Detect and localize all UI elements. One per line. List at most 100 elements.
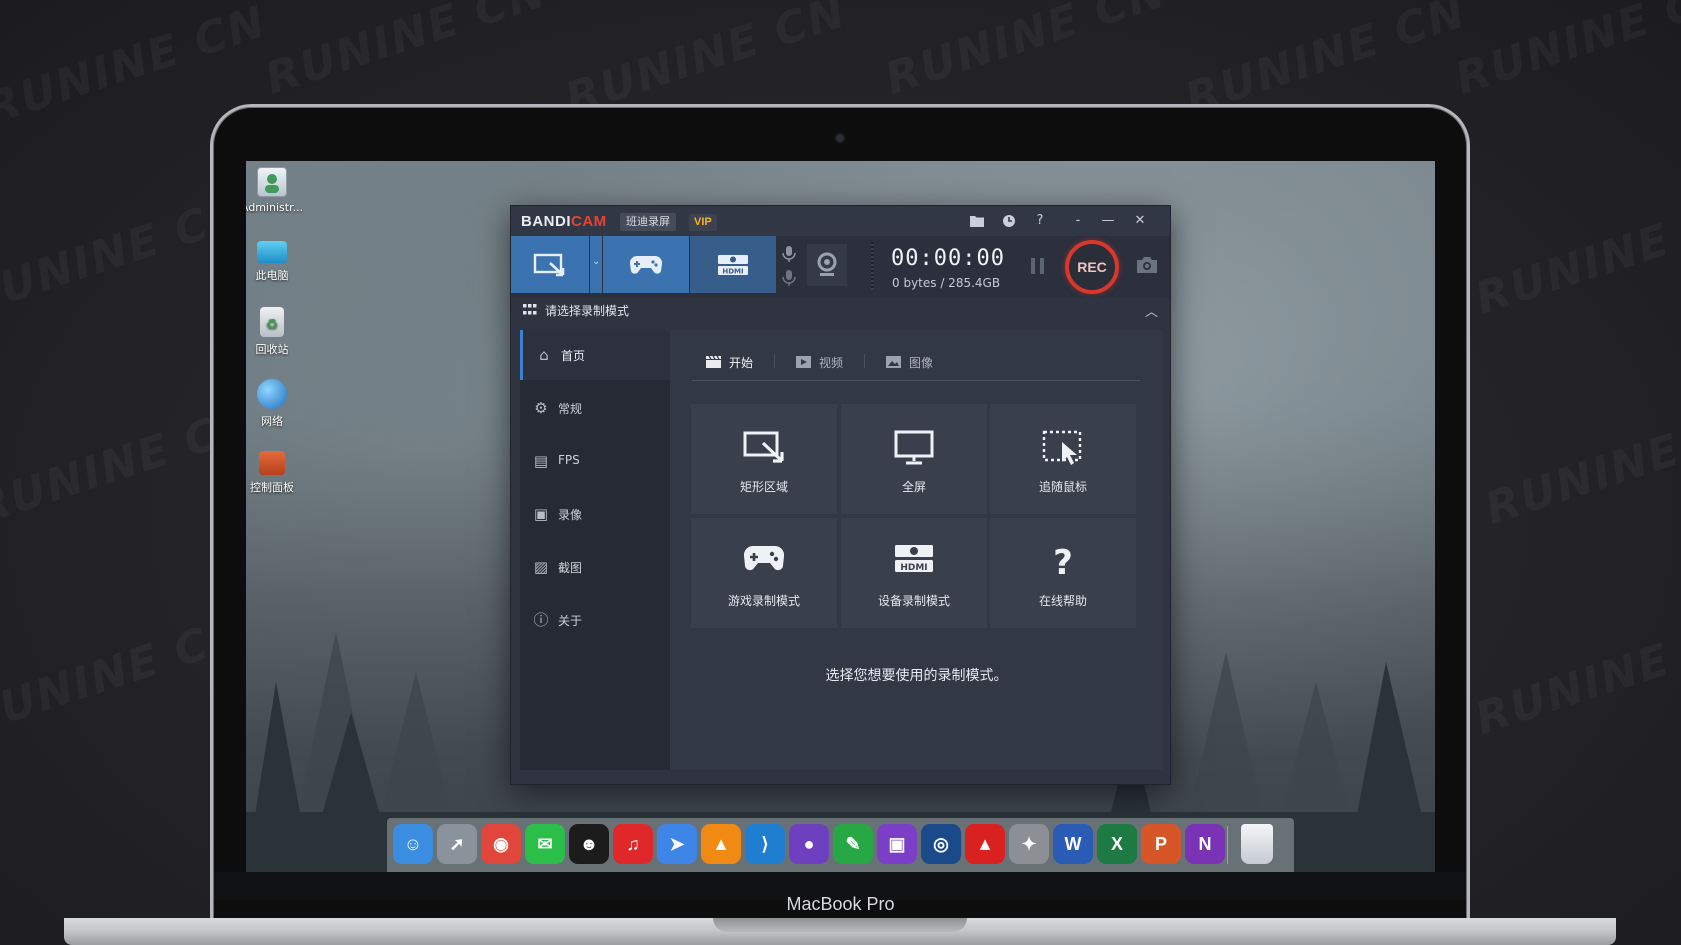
bandicam-logo: BANDICAM: [521, 213, 607, 230]
tile-game-mode[interactable]: 游戏录制模式: [691, 518, 837, 628]
main-panel: 开始 视频 图像 矩形区域 全屏 追随鼠标 游戏录制模式 HDMI 设备录制模式…: [670, 330, 1163, 770]
tab-start[interactable]: 开始: [706, 354, 753, 371]
sidebar-item-general[interactable]: ⚙ 常规: [520, 383, 670, 433]
folder-icon: [970, 216, 984, 227]
toolbar-divider: [871, 242, 874, 290]
network-globe-icon: [257, 379, 287, 409]
clapper-icon: [706, 356, 721, 368]
history-button[interactable]: [997, 210, 1021, 232]
mode-select-bar[interactable]: 请选择录制模式 ︿: [511, 298, 1170, 322]
svg-text:?: ?: [1053, 544, 1073, 578]
webcam-icon: [817, 252, 837, 276]
tile-fullscreen[interactable]: 全屏: [841, 404, 987, 514]
mini-mode-button[interactable]: -: [1066, 210, 1090, 232]
gamepad-icon: [629, 255, 663, 274]
desktop-icon-control-panel[interactable]: 控制面板: [246, 451, 307, 495]
tile-rectangle-area[interactable]: 矩形区域: [691, 404, 837, 514]
word-icon[interactable]: W: [1053, 824, 1093, 864]
tab-video[interactable]: 视频: [796, 354, 843, 371]
recording-toolbar: ⌄ HDMI 00:00:00 0 bytes / 285.4GB REC: [511, 236, 1170, 298]
fps-icon: ▤: [533, 452, 549, 470]
screenshot-button[interactable]: [1135, 255, 1159, 275]
app-subtitle: 班迪录屏: [620, 213, 676, 231]
evernote-icon[interactable]: ✎: [833, 824, 873, 864]
paper-plane-icon[interactable]: ➤: [657, 824, 697, 864]
rhino-icon[interactable]: ✦: [1009, 824, 1049, 864]
image-settings-icon: ▨: [533, 558, 549, 576]
pause-icon: [1031, 258, 1035, 274]
vscode-icon[interactable]: ⟩: [745, 824, 785, 864]
twitch-icon[interactable]: ▣: [877, 824, 917, 864]
desktop-icon-recycle-bin[interactable]: ♻ 回收站: [246, 307, 307, 357]
chevron-down-icon: ⌄: [592, 256, 601, 267]
recycle-bin-icon: ♻: [260, 307, 284, 337]
help-button[interactable]: ?: [1028, 210, 1052, 232]
sidebar-item-home[interactable]: ⌂ 首页: [520, 330, 670, 380]
microphone-icon: [782, 246, 796, 286]
camera-icon: [1137, 257, 1157, 273]
adobe-icon[interactable]: ▲: [965, 824, 1005, 864]
dock: ☺ ➚ ◉ ✉ ☻ ♫ ➤ ▲ ⟩ ● ✎ ▣ ◎ ▲ ✦ W X P N: [387, 818, 1294, 876]
vlc-icon[interactable]: ▲: [701, 824, 741, 864]
rectangle-mode-button[interactable]: [511, 236, 589, 293]
desktop-icon-administrator[interactable]: Administr...: [246, 167, 307, 214]
game-mode-button[interactable]: [603, 236, 689, 293]
webcam-button[interactable]: [807, 244, 847, 286]
mode-select-title: 请选择录制模式: [545, 304, 630, 318]
user-folder-icon: [257, 167, 287, 197]
info-icon: ⓘ: [533, 611, 549, 629]
recording-timer: 00:00:00: [891, 246, 1005, 271]
launchpad-icon[interactable]: ➚: [437, 824, 477, 864]
gear-icon: ⚙: [534, 399, 548, 417]
rectangle-area-icon: [533, 253, 565, 276]
hdmi-icon: HDMI: [895, 545, 933, 573]
audio-input-toggle[interactable]: [779, 240, 799, 290]
computer-icon: [257, 241, 287, 263]
sidebar-item-fps[interactable]: ▤ FPS: [520, 436, 670, 486]
folder-button[interactable]: [965, 210, 989, 232]
chrome-icon[interactable]: ◉: [481, 824, 521, 864]
webcam-icon: [836, 134, 844, 142]
tile-follow-mouse[interactable]: 追随鼠标: [990, 404, 1136, 514]
tab-image[interactable]: 图像: [886, 354, 933, 371]
minimize-button[interactable]: —: [1096, 210, 1120, 232]
sidebar-item-about[interactable]: ⓘ 关于: [520, 595, 670, 645]
pause-button[interactable]: [1031, 258, 1045, 274]
tile-online-help[interactable]: ? 在线帮助: [990, 518, 1136, 628]
sidebar-item-image[interactable]: ▨ 截图: [520, 542, 670, 592]
qq-icon[interactable]: ☻: [569, 824, 609, 864]
rectangle-mode-dropdown[interactable]: ⌄: [590, 236, 602, 293]
monitor-icon: [894, 430, 934, 465]
control-panel-icon: [259, 451, 285, 475]
steam-icon[interactable]: ◎: [921, 824, 961, 864]
device-mode-button[interactable]: HDMI: [690, 236, 776, 293]
wechat-icon[interactable]: ✉: [525, 824, 565, 864]
follow-mouse-icon: [1042, 430, 1082, 465]
netease-music-icon[interactable]: ♫: [613, 824, 653, 864]
laptop-notch: [713, 918, 967, 932]
clock-icon: [1003, 215, 1015, 227]
sidebar: ⌂ 首页 ⚙ 常规 ▤ FPS ▣ 录像 ▨ 截图 ⓘ 关于: [520, 330, 670, 770]
desktop-icon-network[interactable]: 网络: [246, 379, 307, 429]
trash-icon[interactable]: [1241, 824, 1273, 864]
tile-device-mode[interactable]: HDMI 设备录制模式: [841, 518, 987, 628]
excel-icon[interactable]: X: [1097, 824, 1137, 864]
onenote-icon[interactable]: N: [1185, 824, 1225, 864]
rectangle-area-icon: [743, 431, 784, 463]
sidebar-item-video[interactable]: ▣ 录像: [520, 489, 670, 539]
powerpoint-icon[interactable]: P: [1141, 824, 1181, 864]
finder-icon[interactable]: ☺: [393, 824, 433, 876]
file-size-info: 0 bytes / 285.4GB: [892, 276, 1001, 290]
bandicam-window: BANDICAM 班迪录屏 VIP ? - — ✕ ⌄ HDMI 00:00:0…: [510, 205, 1171, 785]
question-icon: ?: [1053, 544, 1073, 578]
hdmi-icon: HDMI: [718, 254, 748, 275]
dock-separator: [1227, 826, 1228, 864]
github-icon[interactable]: ●: [789, 824, 829, 864]
desktop-icon-this-pc[interactable]: 此电脑: [246, 237, 307, 283]
title-bar[interactable]: BANDICAM 班迪录屏 VIP ? - — ✕: [511, 206, 1170, 236]
chevron-up-icon[interactable]: ︿: [1145, 301, 1158, 320]
vip-badge: VIP: [689, 214, 717, 231]
close-button[interactable]: ✕: [1128, 210, 1152, 232]
rec-button[interactable]: REC: [1065, 240, 1119, 294]
mode-hint-text: 选择您想要使用的录制模式。: [825, 668, 1008, 684]
